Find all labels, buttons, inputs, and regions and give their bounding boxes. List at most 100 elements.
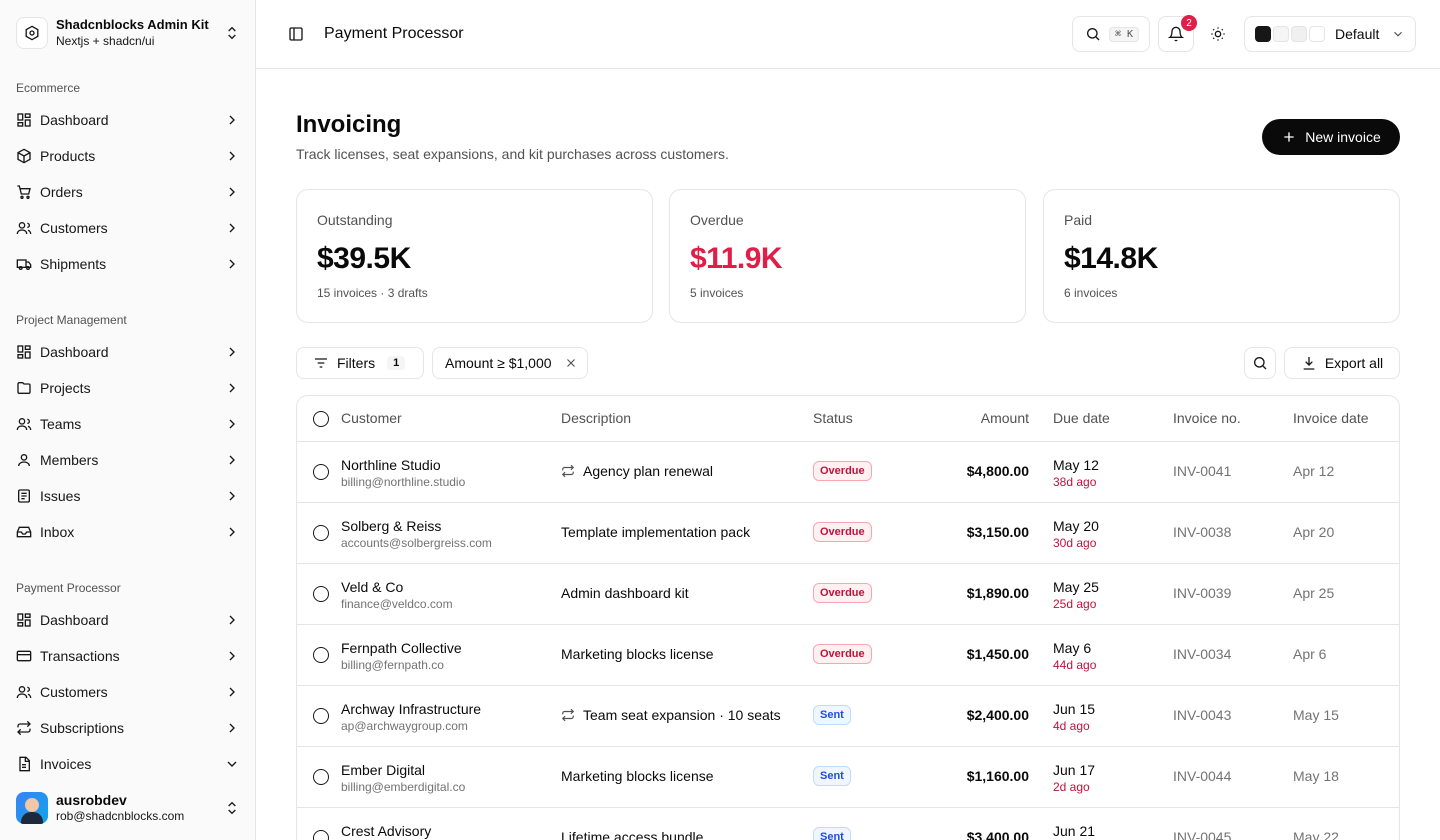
sidebar-item-project-management-inbox[interactable]: Inbox bbox=[8, 516, 248, 548]
customer-email: billing@northline.studio bbox=[341, 475, 466, 489]
sidebar-item-ecommerce-dashboard[interactable]: Dashboard bbox=[8, 104, 248, 136]
sidebar-item-ecommerce-products[interactable]: Products bbox=[8, 140, 248, 172]
sidebar-item-project-management-dashboard[interactable]: Dashboard bbox=[8, 336, 248, 368]
sidebar-item-payment-processor-dashboard[interactable]: Dashboard bbox=[8, 604, 248, 636]
amount-filter-chip[interactable]: Amount ≥ $1,000 bbox=[432, 347, 588, 379]
description-text: Marketing blocks license bbox=[561, 768, 714, 784]
column-header-description[interactable]: Description bbox=[561, 410, 631, 426]
chevron-right-icon bbox=[229, 223, 235, 233]
due-date-cell: Jun 21 bbox=[1053, 822, 1095, 840]
customers-icon bbox=[16, 686, 32, 699]
table-row[interactable]: Crest Advisory Lifetime access bundle Sent… bbox=[297, 808, 1399, 840]
invoice-date: May 18 bbox=[1293, 768, 1339, 784]
customer-cell: Archway Infrastructure ap@archwaygroup.co… bbox=[341, 700, 481, 734]
customer-email: finance@veldco.com bbox=[341, 597, 453, 611]
search-button[interactable]: ⌘ K bbox=[1072, 16, 1150, 52]
export-all-label: Export all bbox=[1324, 355, 1384, 371]
table-search-button[interactable] bbox=[1244, 347, 1276, 379]
row-checkbox[interactable] bbox=[313, 769, 329, 785]
chevron-right-icon bbox=[229, 259, 235, 269]
brand-title: Shadcnblocks Admin Kit bbox=[56, 17, 209, 32]
column-header-invoice-no[interactable]: Invoice no. bbox=[1173, 410, 1241, 426]
column-header-invoice-date[interactable]: Invoice date bbox=[1293, 410, 1369, 426]
members-icon bbox=[18, 454, 30, 467]
select-all-checkbox[interactable] bbox=[313, 411, 329, 427]
invoice-date: Apr 25 bbox=[1293, 585, 1335, 601]
row-checkbox[interactable] bbox=[313, 525, 329, 541]
customer-name: Solberg & Reiss bbox=[341, 518, 442, 534]
column-header-amount[interactable]: Amount bbox=[981, 410, 1029, 426]
stat-meta: 5 invoices bbox=[690, 286, 744, 300]
sidebar-item-payment-processor-invoices[interactable]: Invoices bbox=[8, 748, 248, 780]
column-header-status[interactable]: Status bbox=[813, 410, 853, 426]
stat-meta: 15 invoices · 3 drafts bbox=[317, 286, 428, 300]
sidebar-item-label: Invoices bbox=[40, 756, 92, 772]
swatch-gray bbox=[1291, 26, 1307, 42]
invoice-number: INV-0038 bbox=[1173, 524, 1232, 540]
swatch-dark bbox=[1255, 26, 1271, 42]
sidebar-item-ecommerce-orders[interactable]: Orders bbox=[8, 176, 248, 208]
notifications-button[interactable]: 2 bbox=[1158, 15, 1197, 52]
due-date: Jun 21 bbox=[1053, 823, 1096, 839]
invoice-number: INV-0044 bbox=[1173, 768, 1232, 784]
due-date-cell: May 12 38d ago bbox=[1053, 456, 1099, 490]
status-badge: Overdue bbox=[813, 644, 872, 664]
description-cell: Template implementation pack bbox=[561, 524, 750, 540]
notification-count-badge: 2 bbox=[1181, 15, 1197, 31]
filters-label: Filters bbox=[337, 355, 376, 371]
sidebar-item-payment-processor-transactions[interactable]: Transactions bbox=[8, 640, 248, 672]
sidebar-item-payment-processor-customers[interactable]: Customers bbox=[8, 676, 248, 708]
chevron-down-icon bbox=[227, 761, 237, 767]
table-header: Customer Description Status Amount Due d… bbox=[297, 396, 1399, 442]
theme-toggle-button[interactable] bbox=[1208, 24, 1228, 44]
sidebar-toggle-icon[interactable] bbox=[288, 26, 304, 42]
repeat-icon bbox=[561, 464, 575, 478]
stat-value: $39.5K bbox=[317, 242, 411, 275]
chevron-right-icon bbox=[229, 527, 235, 537]
sidebar-item-project-management-members[interactable]: Members bbox=[8, 444, 248, 476]
sidebar-item-project-management-teams[interactable]: Teams bbox=[8, 408, 248, 440]
row-checkbox[interactable] bbox=[313, 586, 329, 602]
export-all-button[interactable]: Export all bbox=[1284, 347, 1400, 379]
description-cell: Marketing blocks license bbox=[561, 768, 714, 784]
sidebar-item-ecommerce-shipments[interactable]: Shipments bbox=[8, 248, 248, 280]
row-checkbox[interactable] bbox=[313, 647, 329, 663]
brand-switcher[interactable]: Shadcnblocks Admin Kit Nextjs + shadcn/u… bbox=[16, 16, 240, 50]
column-header-customer[interactable]: Customer bbox=[341, 410, 402, 426]
close-icon[interactable] bbox=[564, 356, 578, 370]
invoice-number: INV-0039 bbox=[1173, 585, 1232, 601]
row-checkbox[interactable] bbox=[313, 708, 329, 724]
sidebar-item-label: Shipments bbox=[40, 256, 107, 272]
customer-name: Veld & Co bbox=[341, 579, 404, 595]
sidebar-item-project-management-projects[interactable]: Projects bbox=[8, 372, 248, 404]
sidebar-item-payment-processor-subscriptions[interactable]: Subscriptions bbox=[8, 712, 248, 744]
chevron-right-icon bbox=[229, 115, 235, 125]
new-invoice-button[interactable]: New invoice bbox=[1262, 119, 1400, 155]
due-date-cell: May 6 44d ago bbox=[1053, 639, 1096, 673]
due-date: Jun 15 bbox=[1053, 701, 1096, 717]
chevron-right-icon bbox=[229, 419, 235, 429]
theme-select[interactable]: Default bbox=[1244, 16, 1416, 52]
table-row[interactable]: Northline Studio billing@northline.studio… bbox=[297, 442, 1399, 503]
sidebar-item-label: Issues bbox=[40, 488, 81, 504]
row-checkbox[interactable] bbox=[313, 830, 329, 840]
customer-email: ap@archwaygroup.com bbox=[341, 719, 468, 733]
sidebar-item-label: Subscriptions bbox=[40, 720, 125, 736]
row-checkbox[interactable] bbox=[313, 464, 329, 480]
table-row[interactable]: Fernpath Collective billing@fernpath.co Ma… bbox=[297, 625, 1399, 686]
table-row[interactable]: Archway Infrastructure ap@archwaygroup.co… bbox=[297, 686, 1399, 747]
filters-button[interactable]: Filters 1 bbox=[296, 347, 424, 379]
user-menu[interactable]: ausrobdev rob@shadcnblocks.com bbox=[16, 792, 240, 824]
amount-cell: $1,160.00 bbox=[966, 768, 1029, 784]
brand-subtitle: Nextjs + shadcn/ui bbox=[56, 34, 155, 48]
sidebar-item-project-management-issues[interactable]: Issues bbox=[8, 480, 248, 512]
table-row[interactable]: Veld & Co finance@veldco.com Admin dashboa… bbox=[297, 564, 1399, 625]
teams-icon bbox=[16, 418, 32, 431]
invoice-date: Apr 20 bbox=[1293, 524, 1335, 540]
stat-card-outstanding: Outstanding $39.5K 15 invoices · 3 drafts bbox=[296, 189, 653, 323]
table-row[interactable]: Solberg & Reiss accounts@solbergreiss.com… bbox=[297, 503, 1399, 564]
table-row[interactable]: Ember Digital billing@emberdigital.co Mark… bbox=[297, 747, 1399, 808]
column-header-due-date[interactable]: Due date bbox=[1053, 410, 1110, 426]
sidebar-item-ecommerce-customers[interactable]: Customers bbox=[8, 212, 248, 244]
topbar-title: Payment Processor bbox=[324, 25, 464, 42]
